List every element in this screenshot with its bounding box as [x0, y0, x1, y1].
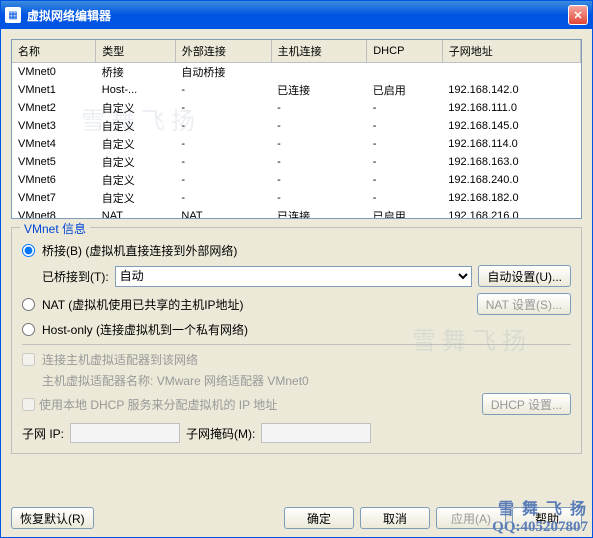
subnet-mask-input	[261, 423, 371, 443]
dhcp-settings-button: DHCP 设置...	[482, 393, 571, 415]
dhcp-label: 使用本地 DHCP 服务来分配虚拟机的 IP 地址	[39, 396, 277, 413]
restore-defaults-button[interactable]: 恢复默认(R)	[11, 507, 94, 529]
host-connect-row: 连接主机虚拟适配器到该网络	[22, 351, 571, 368]
column-header[interactable]: 类型	[96, 40, 176, 63]
table-row[interactable]: VMnet4自定义---192.168.114.0	[12, 135, 581, 153]
footer: 恢复默认(R) 确定 取消 应用(A) 帮助	[1, 499, 592, 537]
radio-nat[interactable]	[22, 298, 35, 311]
apply-button: 应用(A)	[436, 507, 506, 529]
radio-hostonly-label: Host-only (连接虚拟机到一个私有网络)	[42, 321, 248, 338]
nat-settings-button: NAT 设置(S)...	[477, 293, 571, 315]
table-row[interactable]: VMnet7自定义---192.168.182.0	[12, 189, 581, 207]
subnet-ip-label: 子网 IP:	[22, 425, 64, 442]
radio-hostonly[interactable]	[22, 323, 35, 336]
radio-bridged-label: 桥接(B) (虚拟机直接连接到外部网络)	[42, 242, 237, 259]
table-row[interactable]: VMnet6自定义---192.168.240.0	[12, 171, 581, 189]
help-button[interactable]: 帮助	[512, 507, 582, 529]
subnet-ip-input	[70, 423, 180, 443]
close-button[interactable]: ✕	[568, 5, 588, 25]
table-row[interactable]: VMnet3自定义---192.168.145.0	[12, 117, 581, 135]
table-row[interactable]: VMnet1Host-...-已连接已启用192.168.142.0	[12, 81, 581, 99]
ok-button[interactable]: 确定	[284, 507, 354, 529]
radio-bridged-row[interactable]: 桥接(B) (虚拟机直接连接到外部网络)	[22, 242, 571, 259]
host-connect-label: 连接主机虚拟适配器到该网络	[42, 351, 198, 368]
host-connect-checkbox	[22, 353, 35, 366]
table-row[interactable]: VMnet0桥接自动桥接	[12, 63, 581, 82]
adapter-name-row: 主机虚拟适配器名称: VMware 网络适配器 VMnet0	[42, 372, 571, 389]
cancel-button[interactable]: 取消	[360, 507, 430, 529]
column-header[interactable]: 外部连接	[175, 40, 271, 63]
column-header[interactable]: 子网地址	[442, 40, 580, 63]
table-row[interactable]: VMnet2自定义---192.168.111.0	[12, 99, 581, 117]
bridged-to-label: 已桥接到(T):	[42, 268, 109, 285]
radio-bridged[interactable]	[22, 244, 35, 257]
radio-nat-label: NAT (虚拟机使用已共享的主机IP地址)	[42, 296, 244, 313]
table-row[interactable]: VMnet5自定义---192.168.163.0	[12, 153, 581, 171]
titlebar: ▦ 虚拟网络编辑器 ✕	[1, 1, 592, 29]
radio-nat-row[interactable]: NAT (虚拟机使用已共享的主机IP地址) NAT 设置(S)...	[22, 293, 571, 315]
dhcp-checkbox	[22, 398, 35, 411]
window-title: 虚拟网络编辑器	[27, 7, 568, 24]
app-icon: ▦	[5, 7, 21, 23]
group-title: VMnet 信息	[20, 220, 90, 237]
column-header[interactable]: 名称	[12, 40, 96, 63]
vmnet-table[interactable]: 名称类型外部连接主机连接DHCP子网地址 VMnet0桥接自动桥接VMnet1H…	[11, 39, 582, 219]
vmnet-info-group: VMnet 信息 桥接(B) (虚拟机直接连接到外部网络) 已桥接到(T): 自…	[11, 227, 582, 454]
subnet-mask-label: 子网掩码(M):	[186, 425, 255, 442]
table-row[interactable]: VMnet8NATNAT已连接已启用192.168.216.0	[12, 207, 581, 219]
column-header[interactable]: 主机连接	[271, 40, 367, 63]
bridged-to-select[interactable]: 自动	[115, 266, 473, 287]
radio-hostonly-row[interactable]: Host-only (连接虚拟机到一个私有网络)	[22, 321, 571, 338]
column-header[interactable]: DHCP	[367, 40, 443, 63]
auto-settings-button[interactable]: 自动设置(U)...	[478, 265, 571, 287]
